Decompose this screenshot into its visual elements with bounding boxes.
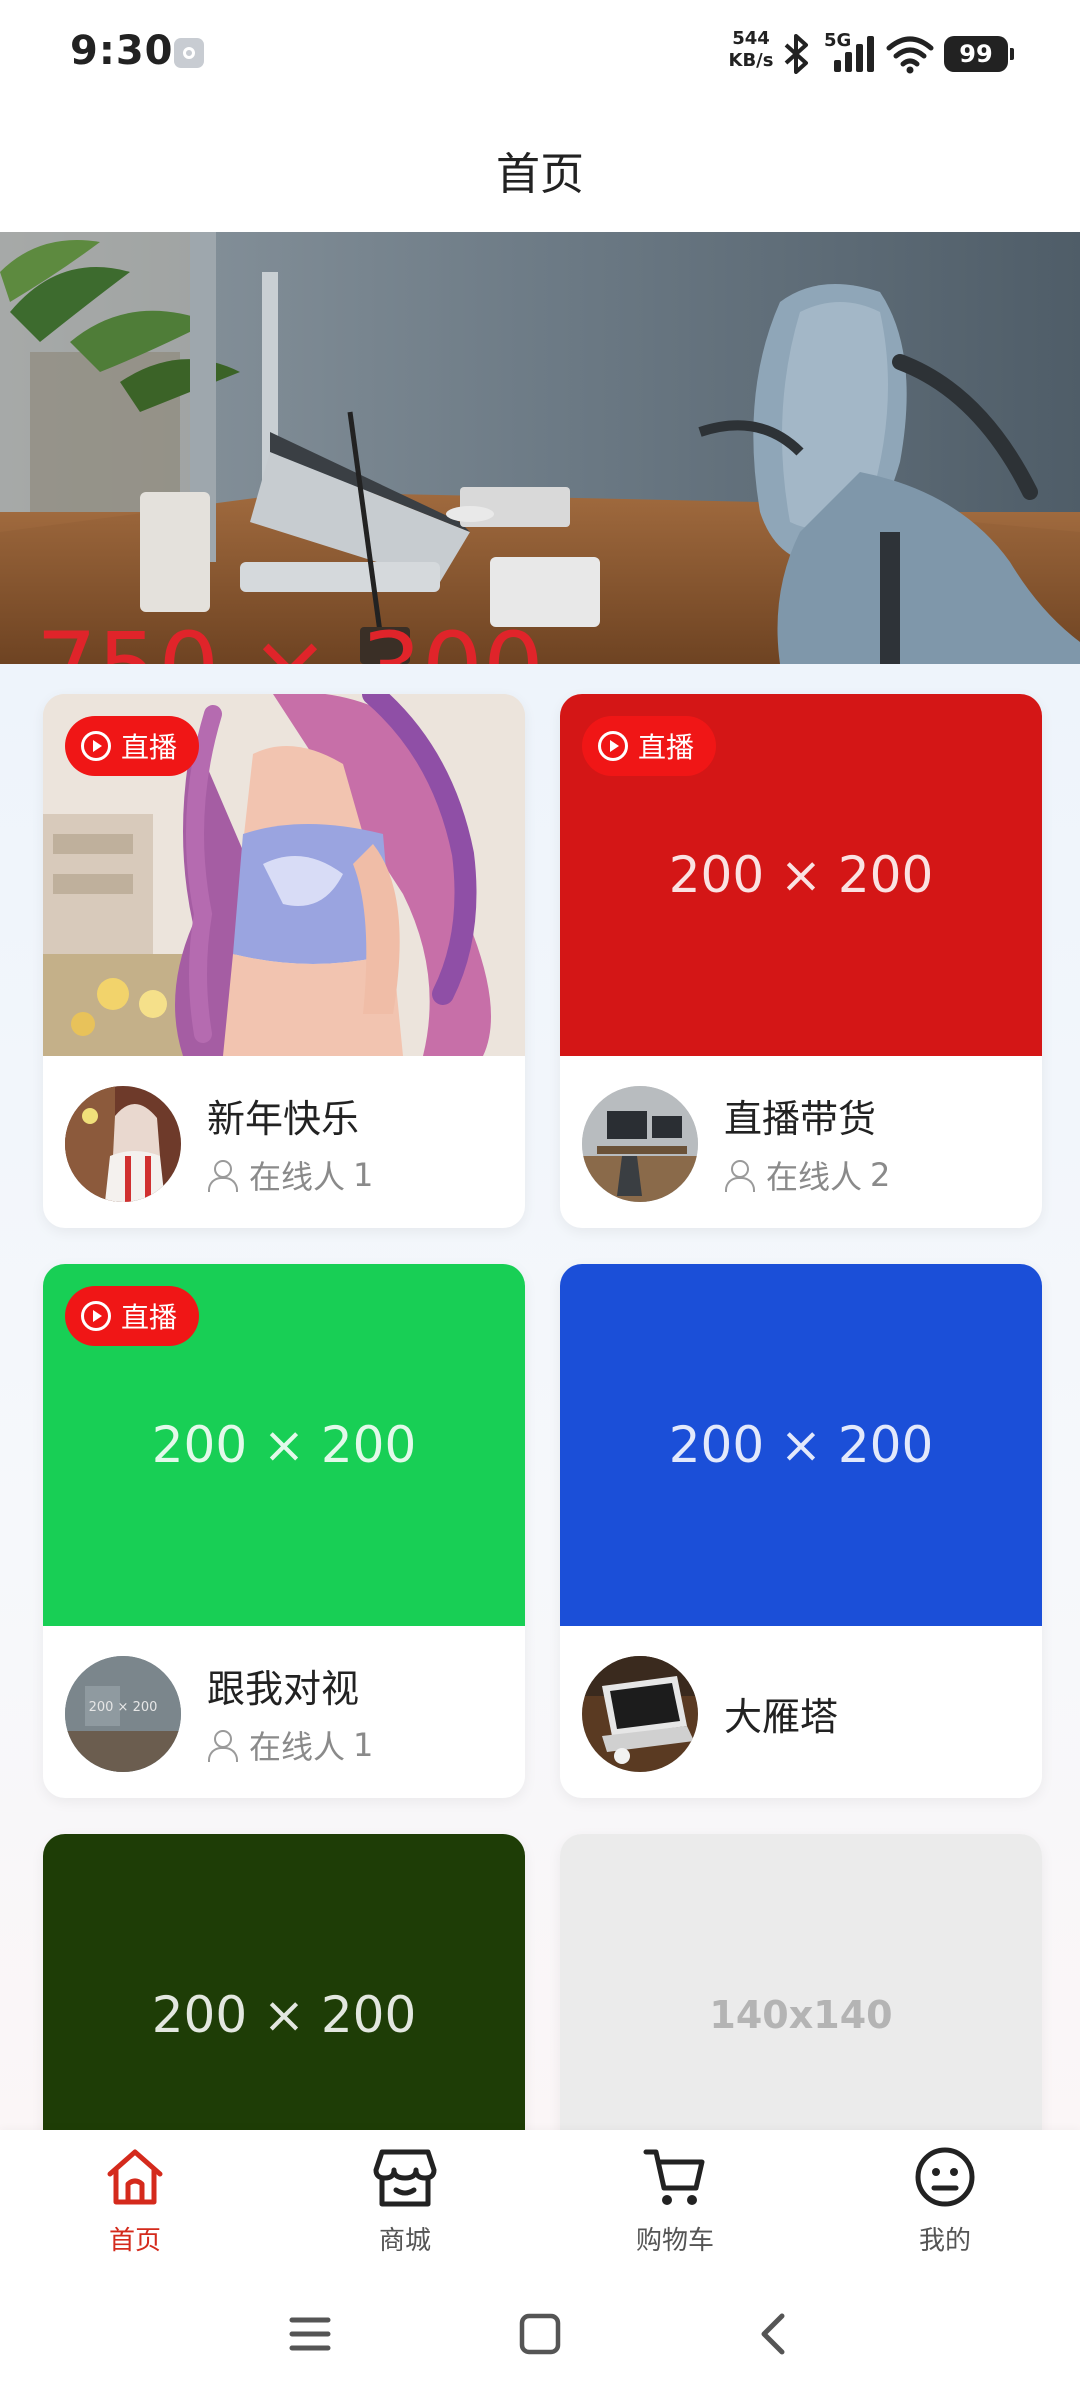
card-cover-image: 140x140 [560, 1834, 1042, 2130]
card-cover-image: 200 × 200 [560, 1264, 1042, 1626]
card-footer: 大雁塔 [560, 1626, 1042, 1798]
tab-cart[interactable]: 购物车 [540, 2130, 810, 2272]
cellular-icon: 5G [824, 30, 876, 74]
bluetooth-icon [784, 34, 808, 74]
online-label: 在线人 [766, 1158, 863, 1196]
image-placeholder-text: 140x140 [709, 1993, 893, 2037]
image-placeholder-text: 200 × 200 [668, 1416, 934, 1474]
live-card[interactable]: 直播 新年快乐 在线人 1 [43, 694, 525, 1228]
settings-notification-icon [174, 38, 204, 68]
online-count-row: 在线人 1 [207, 1152, 373, 1198]
live-feed-grid: 直播 新年快乐 在线人 1 200 × 200 直播 直播带货 在线人 2 20… [0, 664, 1080, 2130]
home-icon [107, 2149, 163, 2205]
live-card[interactable]: 200 × 200 直播 200 × 200 跟我对视 在线人 1 [43, 1264, 525, 1798]
live-badge: 直播 [65, 1286, 200, 1346]
online-count: 1 [353, 1156, 374, 1194]
back-icon[interactable] [752, 2312, 796, 2356]
card-cover-image: 200 × 200 [43, 1834, 525, 2130]
live-card[interactable]: 140x140 [560, 1834, 1042, 2130]
tab-mine[interactable]: 我的 [810, 2130, 1080, 2272]
online-count-row: 在线人 2 [724, 1152, 890, 1198]
avatar [582, 1086, 698, 1202]
image-placeholder-text: 200 × 200 [151, 1986, 417, 2044]
card-title: 直播带货 [724, 1097, 877, 1141]
wifi-icon [886, 36, 934, 74]
live-badge-label: 直播 [121, 731, 178, 764]
banner-placeholder-text: 750 × 300 [0, 612, 830, 664]
live-badge: 直播 [65, 716, 200, 776]
page-title: 首页 [496, 149, 584, 200]
tab-label: 商城 [378, 2226, 431, 2256]
card-footer: 新年快乐 在线人 1 [43, 1056, 525, 1228]
tab-home[interactable]: 首页 [0, 2130, 270, 2272]
live-card[interactable]: 200 × 200 大雁塔 [560, 1264, 1042, 1798]
tab-label: 购物车 [635, 2226, 714, 2256]
network-speed-unit: KB/s [728, 50, 774, 71]
status-time: 9:30 [70, 28, 174, 74]
banner-image [0, 232, 1080, 664]
avatar-placeholder-text: 200 × 200 [88, 1700, 158, 1715]
network-speed: 544 KB/s [724, 28, 778, 72]
card-footer: 200 × 200 跟我对视 在线人 1 [43, 1626, 525, 1798]
tab-store[interactable]: 商城 [270, 2130, 540, 2272]
card-title: 新年快乐 [207, 1097, 360, 1141]
screen: 9:30 544 KB/s 5G 99 首页 直播 新年快乐 在线人 1 200… [0, 0, 1080, 2400]
avatar [582, 1656, 698, 1772]
card-footer: 直播带货 在线人 2 [560, 1056, 1042, 1228]
person-icon [207, 1730, 238, 1762]
tab-label: 我的 [918, 2226, 971, 2256]
battery-level: 99 [959, 40, 993, 68]
play-icon [598, 731, 628, 761]
live-badge-label: 直播 [121, 1301, 178, 1334]
store-icon [373, 2149, 437, 2207]
card-title: 跟我对视 [207, 1667, 360, 1711]
live-badge: 直播 [582, 716, 717, 776]
avatar [65, 1086, 181, 1202]
online-count: 1 [353, 1726, 374, 1764]
play-icon [81, 731, 111, 761]
status-bar: 9:30 544 KB/s 5G 99 [0, 0, 1080, 108]
cart-icon [643, 2149, 705, 2205]
live-card[interactable]: 200 × 200 [43, 1834, 525, 2130]
battery-icon: 99 [944, 36, 1014, 72]
home-square-icon[interactable] [518, 2312, 562, 2356]
network-speed-value: 544 [732, 28, 770, 49]
person-icon [207, 1160, 238, 1192]
avatar: 200 × 200 [65, 1656, 181, 1772]
online-label: 在线人 [249, 1728, 346, 1766]
bottom-tab-bar: 首页 商城 购物车 我的 [0, 2130, 1080, 2272]
menu-icon[interactable] [288, 2312, 332, 2356]
tab-label: 首页 [108, 2226, 161, 2256]
live-card[interactable]: 200 × 200 直播 直播带货 在线人 2 [560, 694, 1042, 1228]
banner-carousel[interactable]: 750 × 300 [0, 232, 1080, 664]
status-icons: 5G 99 [780, 30, 1014, 76]
card-title: 大雁塔 [724, 1695, 839, 1739]
online-count-row: 在线人 1 [207, 1722, 373, 1768]
system-nav-bar [0, 2272, 1080, 2400]
app-header: 首页 [0, 108, 1080, 232]
person-icon [724, 1160, 755, 1192]
face-icon [915, 2147, 975, 2207]
play-icon [81, 1301, 111, 1331]
online-count: 2 [870, 1156, 891, 1194]
online-label: 在线人 [249, 1158, 346, 1196]
live-badge-label: 直播 [638, 731, 695, 764]
